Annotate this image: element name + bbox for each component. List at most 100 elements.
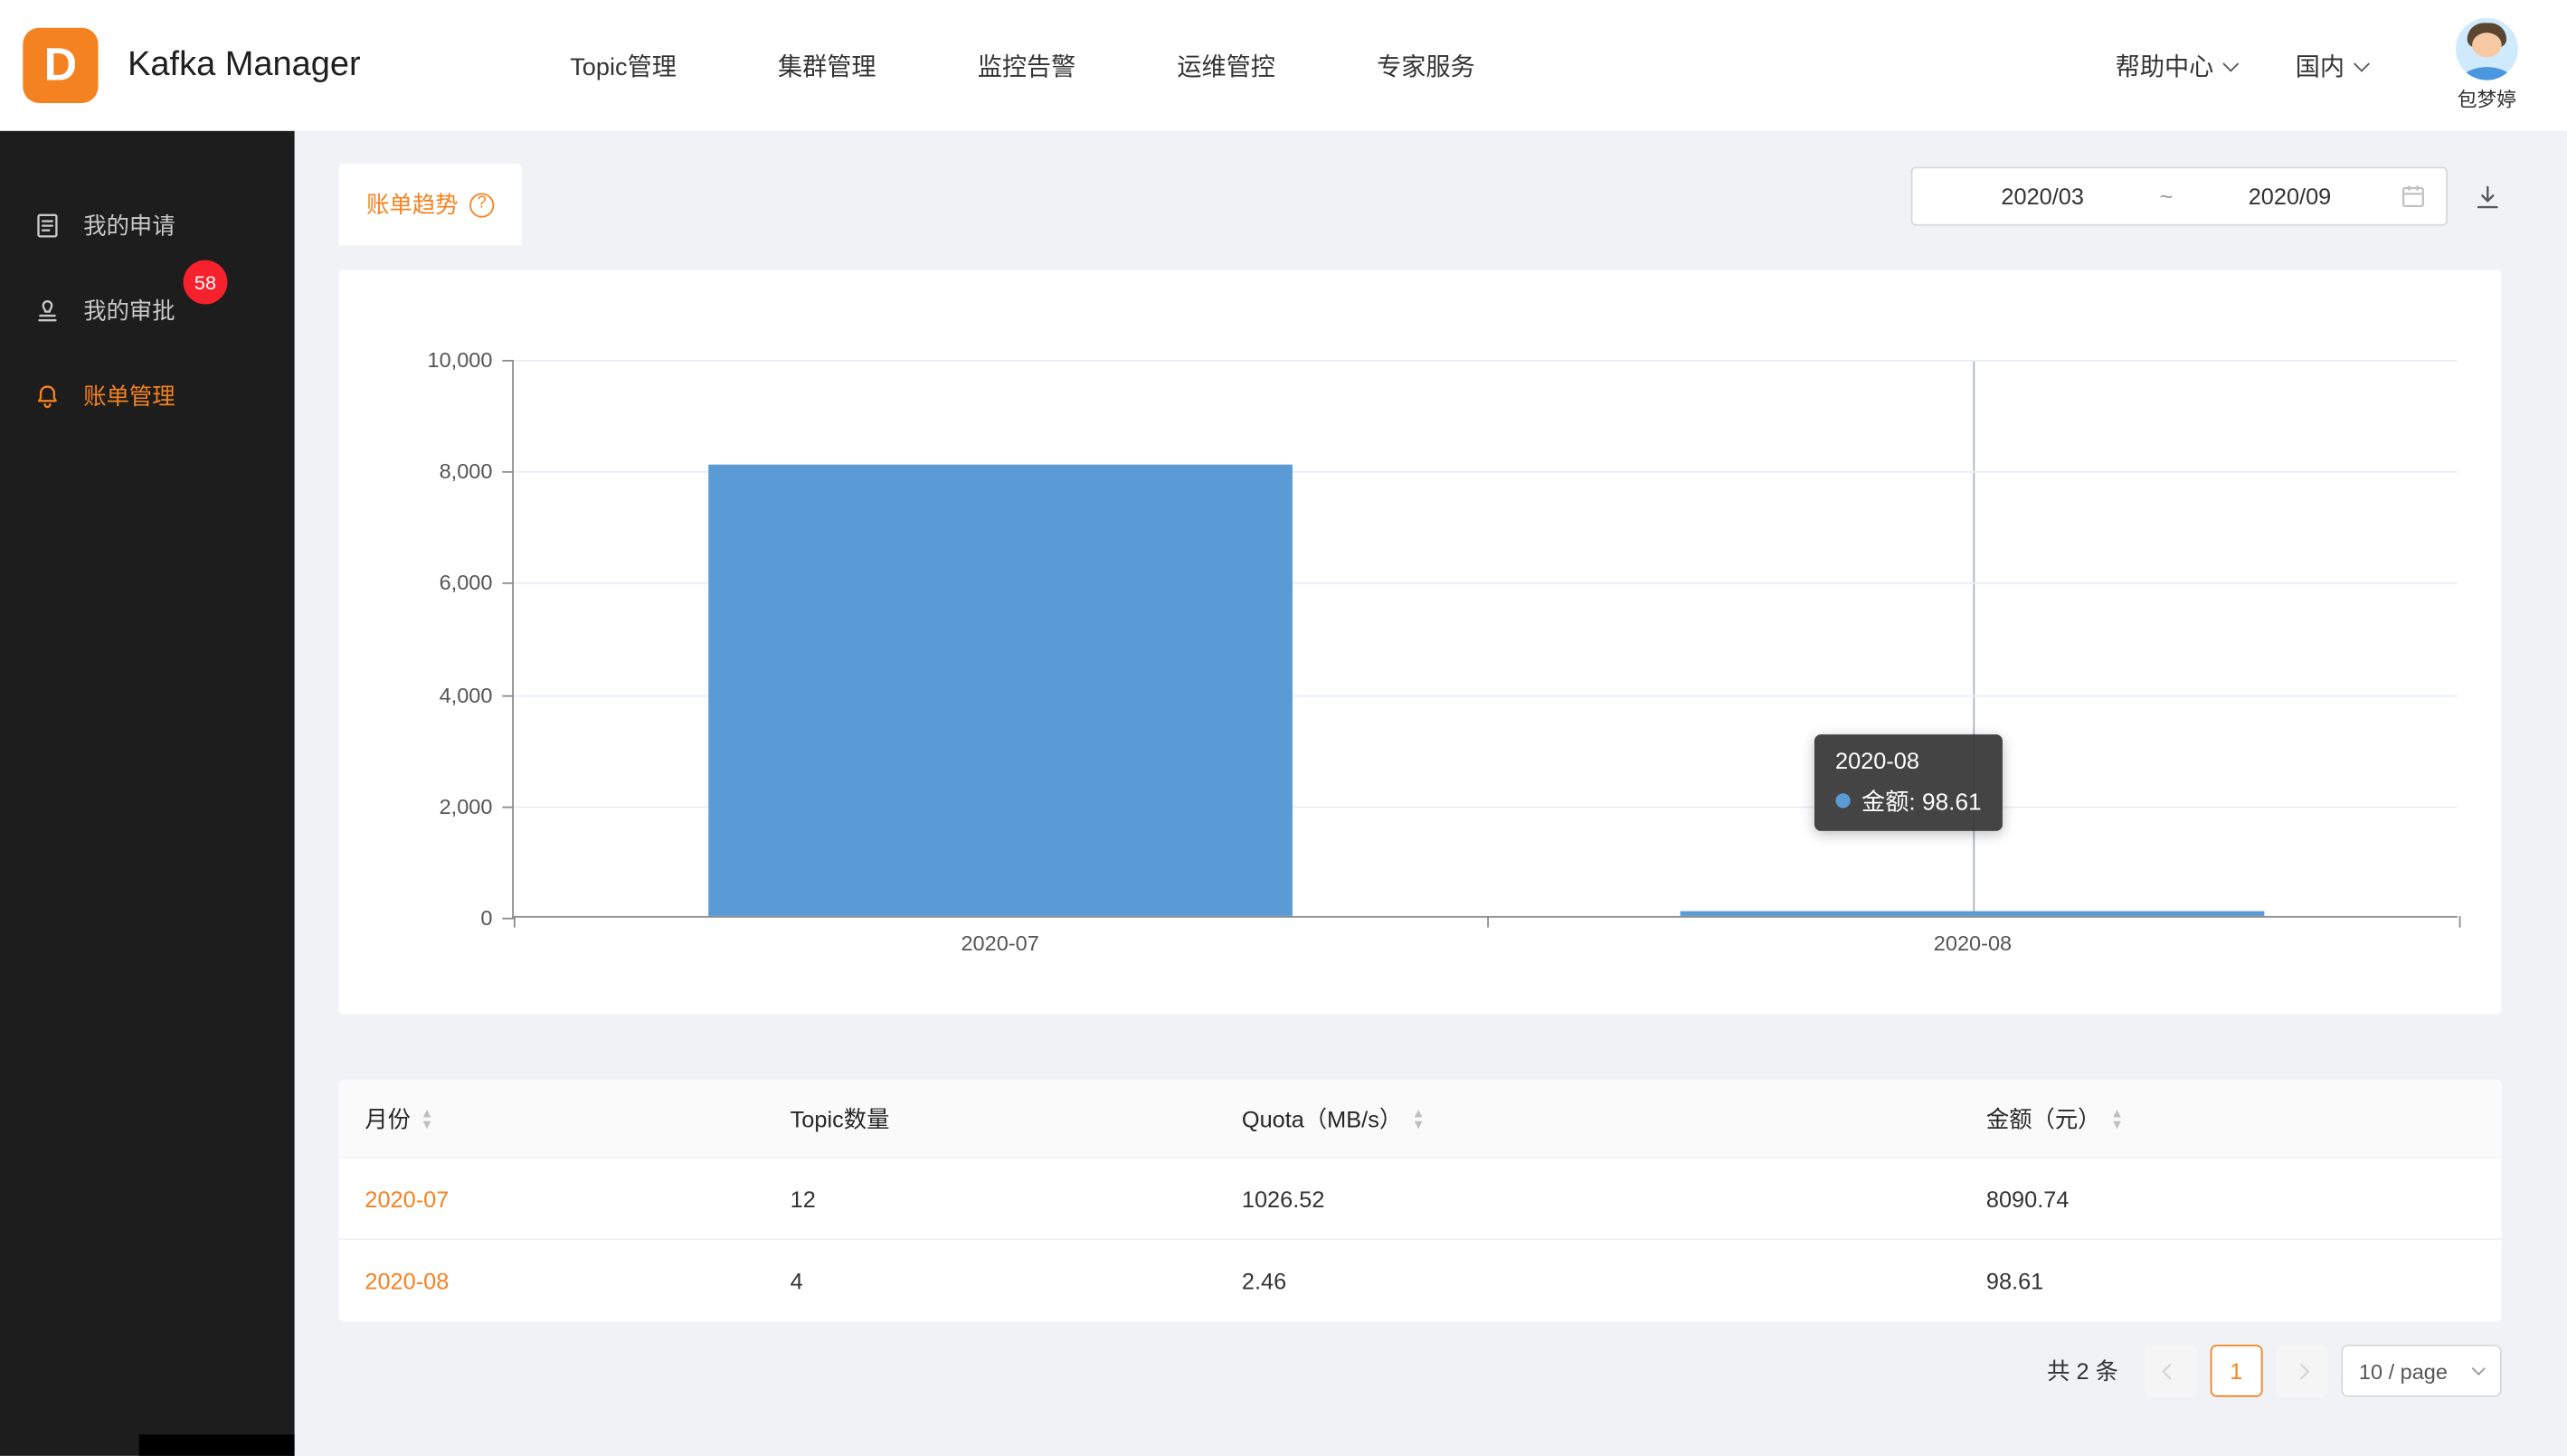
app-title: Kafka Manager (128, 46, 361, 85)
gridline (514, 360, 2458, 362)
y-axis-label: 0 (480, 905, 492, 930)
nav-item-2[interactable]: 集群管理 (778, 48, 876, 82)
y-axis-label: 4,000 (440, 682, 493, 706)
approval-stamp-icon (33, 296, 62, 326)
chart-crosshair-line (1973, 360, 1975, 916)
username: 包梦婷 (2458, 85, 2516, 113)
notification-badge: 58 (184, 260, 228, 305)
main-content: 账单趋势 2020/03 ~ 2020/09 (295, 131, 2567, 1456)
column-label: Topic数量 (791, 1101, 890, 1134)
tab-bill-trend[interactable]: 账单趋势 (338, 164, 522, 245)
y-tick-mark (502, 806, 514, 808)
avatar-body (2462, 67, 2511, 80)
sidebar: 我的申请我的审批58 账单管理 (0, 131, 295, 1456)
month-link[interactable]: 2020-08 (338, 1268, 763, 1294)
x-tick-mark (514, 916, 516, 928)
tooltip-title: 2020-08 (1835, 748, 1982, 774)
column-label: Quota（MB/s） (1242, 1101, 1402, 1134)
prev-page-button[interactable] (2145, 1345, 2197, 1397)
chevron-left-icon (2163, 1363, 2179, 1379)
column-label: 金额（元） (1986, 1101, 2101, 1134)
nav-item-5[interactable]: 专家服务 (1377, 48, 1475, 82)
y-axis-label: 10,000 (428, 347, 493, 372)
chevron-down-icon (2472, 1362, 2486, 1376)
toolbar-right: 2020/03 ~ 2020/09 (1911, 166, 2502, 225)
x-axis-label: 2020-08 (1934, 931, 2012, 955)
bill-alert-icon (33, 381, 62, 411)
y-axis-label: 6,000 (440, 571, 493, 595)
avatar[interactable] (2456, 18, 2518, 80)
table-header-row: 月份 ▲▼ Topic数量 Quota（MB/s） ▲▼ 金额（元） ▲▼ (338, 1080, 2501, 1158)
total-count: 共 2 条 (2047, 1355, 2118, 1387)
y-tick-mark (502, 918, 514, 920)
sidebar-item-label: 我的申请 (83, 210, 175, 242)
y-tick-mark (502, 695, 514, 696)
tooltip-value: 金额: 98.61 (1861, 783, 1982, 818)
app-logo-icon[interactable] (23, 28, 98, 103)
help-center-label: 帮助中心 (2116, 48, 2214, 82)
download-icon[interactable] (2474, 183, 2502, 211)
help-center-menu[interactable]: 帮助中心 (2116, 48, 2237, 82)
y-axis-label: 2,000 (440, 794, 493, 818)
table-cell: 4 (764, 1268, 1216, 1294)
date-end-value[interactable]: 2020/09 (2179, 184, 2400, 210)
top-nav: Topic管理 集群管理 监控告警 运维管控 专家服务 (570, 48, 1474, 82)
date-start-value[interactable]: 2020/03 (1932, 184, 2153, 210)
clipboard-icon (33, 211, 62, 241)
sidebar-item[interactable]: 我的申请 (0, 184, 295, 269)
month-link[interactable]: 2020-07 (338, 1185, 763, 1211)
tab-label: 账单趋势 (366, 188, 458, 221)
region-select[interactable]: 国内 (2296, 48, 2368, 82)
x-axis-label: 2020-07 (961, 931, 1038, 955)
column-header[interactable]: 月份 ▲▼ (338, 1101, 763, 1134)
chevron-down-icon (2354, 55, 2370, 71)
app-window: Kafka Manager Topic管理 集群管理 监控告警 运维管控 专家服务 帮助… (0, 0, 2567, 1456)
nav-item-3[interactable]: 监控告警 (978, 48, 1076, 82)
sidebar-menu: 我的申请我的审批58 账单管理 (0, 184, 295, 439)
page-size-value: 10 / page (2359, 1358, 2448, 1383)
chevron-down-icon (2222, 55, 2239, 71)
sidebar-collapse-trigger[interactable] (139, 1434, 295, 1456)
sort-carets-icon[interactable]: ▲▼ (2110, 1107, 2123, 1130)
y-tick-mark (502, 583, 514, 585)
nav-item-1[interactable]: Topic管理 (570, 48, 677, 82)
sort-carets-icon[interactable]: ▲▼ (421, 1107, 433, 1130)
sort-carets-icon[interactable]: ▲▼ (1412, 1107, 1425, 1130)
x-tick-mark (2459, 916, 2461, 928)
chart-plot: 2020-08 金额: 98.61 02,0004,0006,0008,0001… (512, 360, 2458, 918)
series-dot-icon (1835, 793, 1850, 808)
table-row: 2020-07121026.528090.74 (338, 1158, 2501, 1240)
date-separator: ~ (2153, 184, 2179, 210)
header-right: 帮助中心 国内 包梦婷 (2116, 18, 2518, 113)
table-cell: 1026.52 (1216, 1185, 1960, 1211)
page-size-select[interactable]: 10 / page (2341, 1345, 2502, 1397)
table-cell: 8090.74 (1960, 1185, 2502, 1211)
sidebar-item[interactable]: 账单管理 (0, 354, 295, 439)
date-range-picker[interactable]: 2020/03 ~ 2020/09 (1911, 166, 2448, 225)
user-menu[interactable]: 包梦婷 (2456, 18, 2518, 113)
y-axis-label: 8,000 (440, 459, 493, 484)
chevron-right-icon (2294, 1363, 2310, 1379)
column-header[interactable]: 金额（元） ▲▼ (1960, 1101, 2502, 1134)
question-circle-icon[interactable] (469, 193, 494, 217)
bar-2020-08[interactable] (1681, 911, 2264, 916)
nav-item-4[interactable]: 运维管控 (1177, 48, 1275, 82)
page-1-button[interactable]: 1 (2210, 1345, 2262, 1397)
y-tick-mark (502, 471, 514, 473)
table-cell: 2.46 (1216, 1268, 1960, 1294)
calendar-icon (2401, 184, 2427, 210)
sidebar-item-label: 账单管理 (83, 380, 175, 412)
billing-table: 月份 ▲▼ Topic数量 Quota（MB/s） ▲▼ 金额（元） ▲▼ 2020-0712… (338, 1080, 2501, 1322)
region-label: 国内 (2296, 48, 2344, 82)
bar-2020-07[interactable] (708, 465, 1292, 916)
next-page-button[interactable] (2276, 1345, 2328, 1397)
sidebar-item[interactable]: 我的审批58 (0, 269, 295, 354)
top-header: Kafka Manager Topic管理 集群管理 监控告警 运维管控 专家服务 帮助… (0, 0, 2567, 131)
avatar-face (2472, 33, 2502, 57)
column-header[interactable]: Quota（MB/s） ▲▼ (1216, 1101, 1960, 1134)
table-cell: 98.61 (1960, 1268, 2502, 1294)
table-row: 2020-0842.4698.61 (338, 1240, 2501, 1321)
x-tick-mark (1486, 916, 1488, 928)
column-label: 月份 (365, 1101, 411, 1134)
column-header: Topic数量 (764, 1101, 1216, 1134)
